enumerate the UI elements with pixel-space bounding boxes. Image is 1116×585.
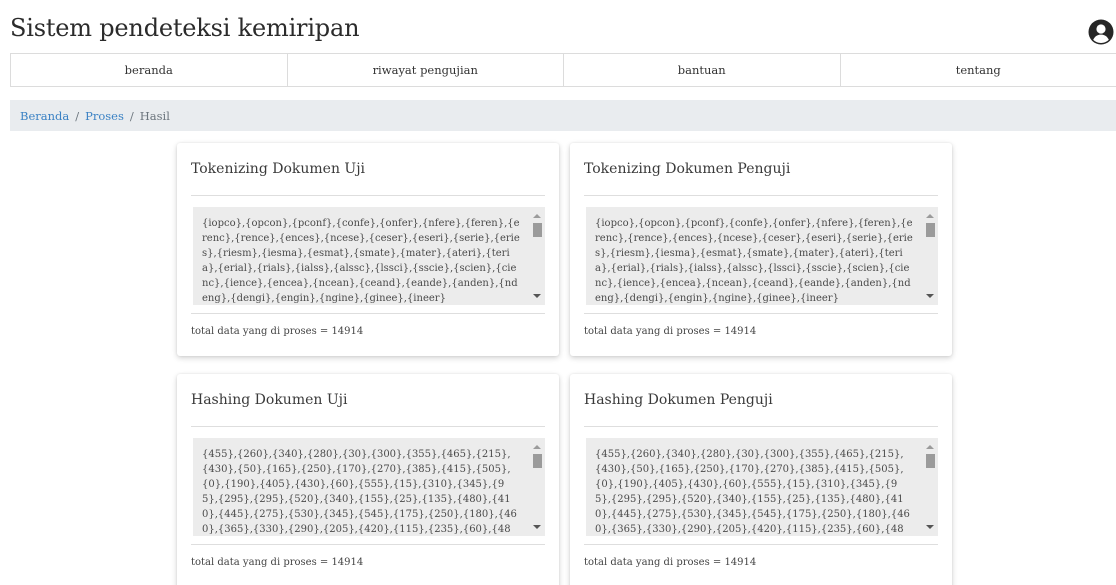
card-hashing-penguji: Hashing Dokumen Penguji {455},{260},{340… [570, 374, 952, 585]
card-footer-total: total data yang di proses = 14914 [191, 326, 364, 337]
scroll-down-arrow-icon[interactable] [533, 294, 541, 298]
card-divider [191, 544, 545, 545]
card-divider [191, 195, 545, 196]
card-title: Hashing Dokumen Uji [191, 392, 348, 408]
breadcrumb-home-link[interactable]: Beranda [20, 109, 69, 123]
breadcrumb-current: Hasil [139, 108, 170, 123]
scroll-thumb[interactable] [926, 223, 935, 237]
token-output-textarea[interactable]: {iopco},{opcon},{pconf},{confe},{onfer},… [586, 207, 938, 305]
card-divider [584, 544, 938, 545]
nav-item-tentang[interactable]: tentang [839, 54, 1116, 86]
card-footer-total: total data yang di proses = 14914 [584, 326, 757, 337]
scroll-up-arrow-icon[interactable] [926, 214, 934, 218]
breadcrumb: Beranda / Proses / Hasil [10, 100, 1116, 131]
scroll-up-arrow-icon[interactable] [533, 445, 541, 449]
scroll-down-arrow-icon[interactable] [926, 525, 934, 529]
card-footer-total: total data yang di proses = 14914 [584, 557, 757, 568]
scroll-thumb[interactable] [533, 223, 542, 237]
user-circle-icon[interactable] [1088, 19, 1114, 45]
textarea-scrollbar[interactable] [922, 207, 938, 305]
card-title: Tokenizing Dokumen Uji [191, 161, 366, 177]
scroll-thumb[interactable] [926, 454, 935, 468]
textarea-scrollbar[interactable] [922, 438, 938, 536]
token-output-text: {iopco},{opcon},{pconf},{confe},{onfer},… [595, 218, 913, 304]
breadcrumb-separator: / [129, 108, 134, 123]
main-nav: beranda riwayat pengujian bantuan tentan… [10, 53, 1116, 87]
hash-output-textarea[interactable]: {455},{260},{340},{280},{30},{300},{355}… [193, 438, 545, 536]
card-footer-total: total data yang di proses = 14914 [191, 557, 364, 568]
scroll-up-arrow-icon[interactable] [533, 214, 541, 218]
breadcrumb-process-link[interactable]: Proses [85, 109, 124, 123]
scroll-down-arrow-icon[interactable] [533, 525, 541, 529]
hash-output-textarea[interactable]: {455},{260},{340},{280},{30},{300},{355}… [586, 438, 938, 536]
app-title: Sistem pendeteksi kemiripan [10, 14, 360, 42]
card-tokenizing-uji: Tokenizing Dokumen Uji {iopco},{opcon},{… [177, 143, 559, 356]
hash-output-text: {455},{260},{340},{280},{30},{300},{355}… [202, 449, 517, 535]
card-divider [584, 426, 938, 427]
card-divider [584, 313, 938, 314]
scroll-up-arrow-icon[interactable] [926, 445, 934, 449]
card-hashing-uji: Hashing Dokumen Uji {455},{260},{340},{2… [177, 374, 559, 585]
card-divider [191, 313, 545, 314]
scroll-thumb[interactable] [533, 454, 542, 468]
token-output-text: {iopco},{opcon},{pconf},{confe},{onfer},… [202, 218, 520, 304]
nav-item-bantuan[interactable]: bantuan [563, 54, 840, 86]
card-title: Tokenizing Dokumen Penguji [584, 161, 791, 177]
hash-output-text: {455},{260},{340},{280},{30},{300},{355}… [595, 449, 910, 535]
nav-item-riwayat-pengujian[interactable]: riwayat pengujian [286, 54, 564, 86]
card-divider [584, 195, 938, 196]
token-output-textarea[interactable]: {iopco},{opcon},{pconf},{confe},{onfer},… [193, 207, 545, 305]
nav-item-beranda[interactable]: beranda [10, 54, 287, 86]
breadcrumb-separator: / [75, 108, 80, 123]
card-tokenizing-penguji: Tokenizing Dokumen Penguji {iopco},{opco… [570, 143, 952, 356]
scroll-down-arrow-icon[interactable] [926, 294, 934, 298]
card-title: Hashing Dokumen Penguji [584, 392, 773, 408]
card-divider [191, 426, 545, 427]
textarea-scrollbar[interactable] [529, 438, 545, 536]
textarea-scrollbar[interactable] [529, 207, 545, 305]
